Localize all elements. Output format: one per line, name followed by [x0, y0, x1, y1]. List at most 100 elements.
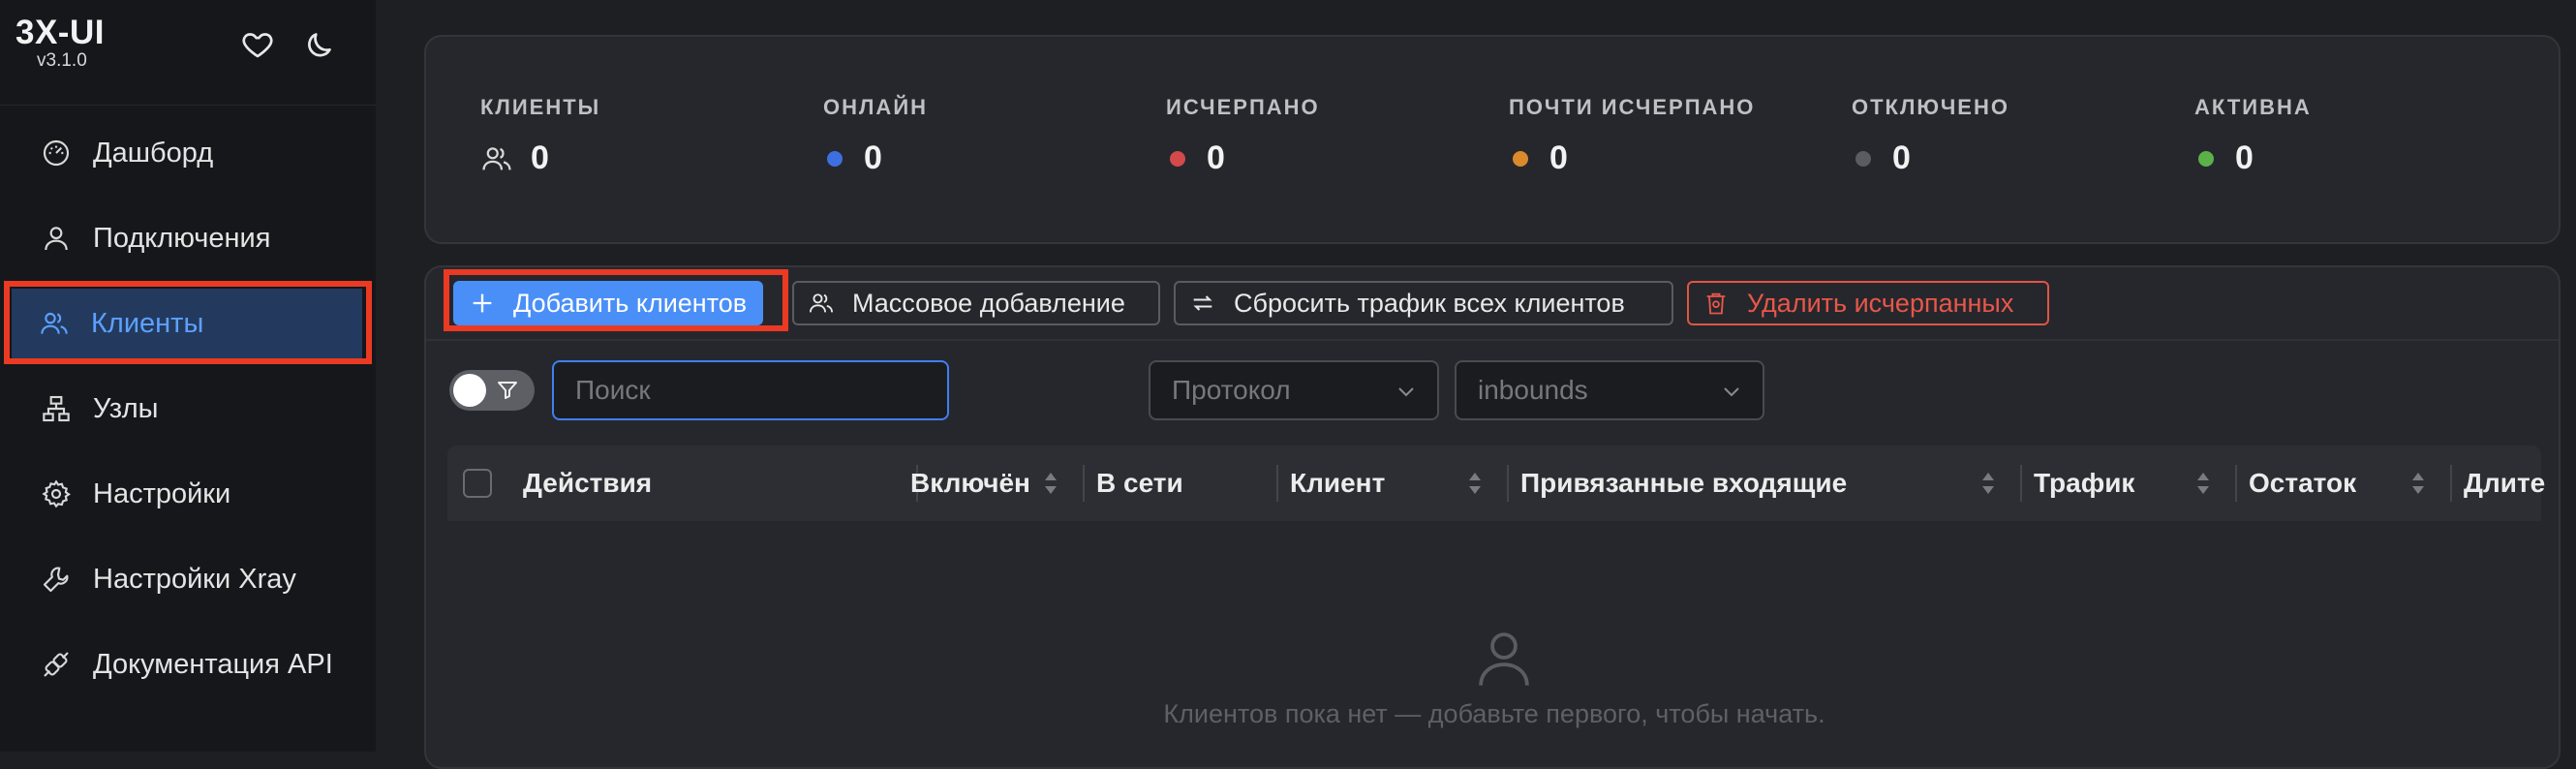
- column-enabled[interactable]: Включён: [910, 446, 1030, 521]
- stat-depleted: ИСЧЕРПАНО 0: [1166, 95, 1320, 177]
- status-dot: [1513, 150, 1528, 167]
- heart-icon[interactable]: [240, 27, 275, 62]
- filter-icon: [496, 379, 519, 402]
- swap-icon: [1189, 290, 1216, 317]
- header-actions: [240, 27, 337, 62]
- cluster-icon: [41, 393, 72, 424]
- sidebar-item-label: Узлы: [93, 392, 159, 424]
- delete-depleted-label: Удалить исчерпанных: [1747, 288, 2014, 318]
- reset-traffic-button[interactable]: Сбросить трафик всех клиентов: [1174, 281, 1673, 325]
- stat-disabled: ОТКЛЮЧЕНО 0: [1852, 95, 2009, 177]
- empty-state-text: Клиентов пока нет — добавьте первого, чт…: [1163, 699, 1825, 728]
- filter-toggle[interactable]: [449, 370, 535, 411]
- column-online: В сети: [1096, 468, 1183, 498]
- bulk-add-button[interactable]: Массовое добавление: [792, 281, 1160, 325]
- status-dot: [827, 150, 843, 167]
- stat-label: ИСЧЕРПАНО: [1166, 95, 1320, 119]
- brand-version: v3.1.0: [37, 50, 87, 71]
- sidebar-item-label: Дашборд: [93, 137, 214, 169]
- moon-icon[interactable]: [302, 27, 337, 62]
- users-icon: [808, 290, 835, 317]
- column-actions: Действия: [523, 468, 653, 498]
- column-traffic[interactable]: Трафик: [2034, 446, 2134, 521]
- stat-label: АКТИВНА: [2194, 95, 2312, 119]
- column-client[interactable]: Клиент: [1290, 446, 1385, 521]
- stats-card: КЛИЕНТЫ 0 ОНЛАЙН 0 ИСЧЕРПАНО 0 ПОЧТИ ИСЧ…: [424, 35, 2561, 244]
- sort-icon[interactable]: [2194, 467, 2212, 500]
- sort-icon[interactable]: [1466, 467, 1484, 500]
- sidebar-item-api-docs[interactable]: Документация API: [14, 630, 362, 699]
- search-input[interactable]: [552, 360, 949, 420]
- stat-value: 0: [1549, 139, 1568, 176]
- stat-value: 0: [864, 139, 882, 176]
- stat-value: 0: [2235, 139, 2254, 176]
- inbounds-placeholder: inbounds: [1478, 375, 1588, 405]
- sidebar-item-label: Настройки: [93, 477, 231, 509]
- inbounds-select[interactable]: inbounds: [1455, 360, 1764, 420]
- stat-active: АКТИВНА 0: [2194, 95, 2312, 177]
- stat-value: 0: [1207, 139, 1225, 176]
- brand: 3X-UI v3.1.0: [15, 14, 105, 72]
- clients-card: Добавить клиентов Массовое добавление Сб…: [424, 265, 2561, 769]
- stat-value: 0: [531, 139, 549, 176]
- table-body: Клиентов пока нет — добавьте первого, чт…: [447, 521, 2541, 767]
- sidebar: 3X-UI v3.1.0 Дашборд Подключения Клиенты…: [0, 0, 376, 752]
- reset-traffic-label: Сбросить трафик всех клиентов: [1234, 288, 1625, 318]
- toggle-knob: [453, 374, 486, 407]
- delete-depleted-button[interactable]: Удалить исчерпанных: [1687, 281, 2049, 325]
- stat-label: ПОЧТИ ИСЧЕРПАНО: [1509, 95, 1756, 119]
- column-duration[interactable]: Длите: [2464, 446, 2545, 521]
- sidebar-item-label: Настройки Xray: [93, 563, 296, 595]
- stat-almost-depleted: ПОЧТИ ИСЧЕРПАНО 0: [1509, 95, 1755, 177]
- status-dot: [1855, 150, 1871, 167]
- column-remaining[interactable]: Остаток: [2249, 446, 2356, 521]
- add-clients-label: Добавить клиентов: [513, 288, 748, 318]
- users-icon: [480, 142, 513, 175]
- column-divider: [1083, 465, 1085, 502]
- stat-value: 0: [1892, 139, 1911, 176]
- add-clients-button[interactable]: Добавить клиентов: [453, 281, 763, 325]
- api-icon: [41, 649, 72, 680]
- stat-label: КЛИЕНТЫ: [480, 95, 601, 119]
- gear-icon: [41, 478, 72, 509]
- plus-icon: [469, 290, 496, 317]
- sidebar-item-settings[interactable]: Настройки: [14, 459, 362, 529]
- sort-icon[interactable]: [1979, 467, 1997, 500]
- sidebar-item-xray-settings[interactable]: Настройки Xray: [14, 544, 362, 614]
- column-divider: [2020, 465, 2022, 502]
- table-header: Действия Включён В сети Клиент Привязанн…: [447, 446, 2545, 523]
- column-divider: [1276, 465, 1278, 502]
- sort-icon[interactable]: [1042, 467, 1059, 500]
- user-icon: [1476, 628, 1532, 688]
- sidebar-item-connections[interactable]: Подключения: [14, 203, 362, 273]
- user-icon: [41, 223, 72, 254]
- sidebar-item-dashboard[interactable]: Дашборд: [14, 118, 362, 188]
- stat-clients: КЛИЕНТЫ 0: [480, 95, 600, 177]
- column-divider: [1507, 465, 1509, 502]
- brand-title: 3X-UI: [15, 14, 105, 51]
- sidebar-item-nodes[interactable]: Узлы: [14, 374, 362, 444]
- sidebar-item-label: Документация API: [93, 648, 333, 680]
- column-divider: [2450, 465, 2452, 502]
- toolbar-divider: [426, 339, 2559, 341]
- status-dot: [2198, 150, 2214, 167]
- users-icon: [39, 308, 70, 339]
- protocol-placeholder: Протокол: [1172, 375, 1291, 405]
- sidebar-divider: [0, 105, 376, 106]
- column-divider: [2235, 465, 2237, 502]
- select-all-checkbox[interactable]: [463, 469, 492, 498]
- status-dot: [1170, 150, 1185, 167]
- stat-label: ОТКЛЮЧЕНО: [1852, 95, 2009, 119]
- sort-icon[interactable]: [2409, 467, 2427, 500]
- chevron-down-icon: [1720, 379, 1743, 402]
- stat-online: ОНЛАЙН 0: [823, 95, 928, 177]
- sidebar-item-clients[interactable]: Клиенты: [12, 289, 362, 358]
- stat-label: ОНЛАЙН: [823, 95, 929, 119]
- bulk-add-label: Массовое добавление: [852, 288, 1125, 318]
- trash-icon: [1702, 290, 1730, 317]
- column-bound-inbounds[interactable]: Привязанные входящие: [1520, 446, 1847, 521]
- chevron-down-icon: [1395, 379, 1418, 402]
- protocol-select[interactable]: Протокол: [1149, 360, 1439, 420]
- sidebar-item-label: Подключения: [93, 222, 271, 254]
- dashboard-icon: [41, 138, 72, 169]
